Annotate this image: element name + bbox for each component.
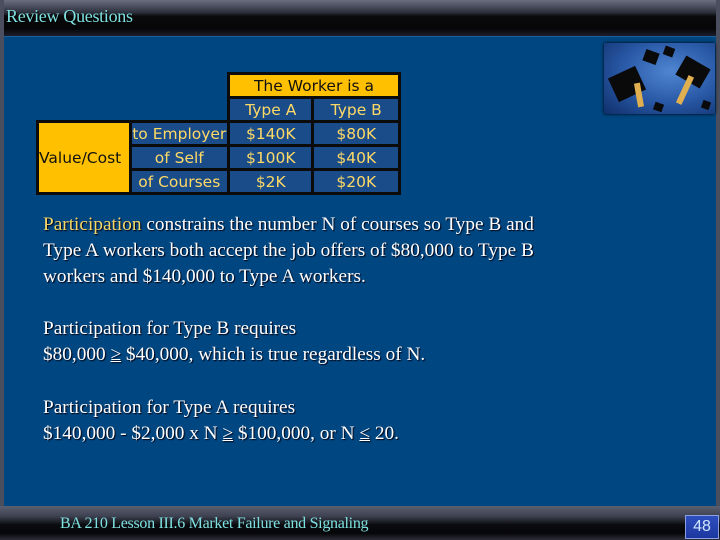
slide-title: Review Questions <box>6 6 133 26</box>
cell: $20K <box>311 168 401 195</box>
row-label: to Employer <box>128 120 231 147</box>
value-cost-table: The Worker is a Type A Type B Value/Cost… <box>36 72 401 195</box>
cell: $40K <box>311 144 401 171</box>
cap-icon <box>700 99 712 111</box>
table-column-header-row: Type A Type B <box>38 96 401 123</box>
leq-symbol: ≤ <box>359 423 371 444</box>
geq-symbol: ≥ <box>222 423 234 444</box>
type-a-paragraph: Participation for Type A requires $140,0… <box>43 397 399 444</box>
cap-icon <box>652 101 665 113</box>
column-header-type-a: Type A <box>227 96 315 123</box>
cap-icon <box>675 55 711 89</box>
row-label: of Self <box>128 144 231 171</box>
geq-symbol: ≥ <box>110 344 122 365</box>
frame-right <box>716 0 720 540</box>
table-row: Value/Cost to Employer $140K $80K <box>36 120 401 195</box>
column-header-type-b: Type B <box>311 96 401 123</box>
graduation-caps-image <box>604 43 715 114</box>
table-group-header-row: The Worker is a <box>38 72 401 99</box>
cell: $2K <box>227 168 315 195</box>
cell: $80K <box>311 120 401 147</box>
row-label: of Courses <box>128 168 231 195</box>
cell: $100K <box>227 144 315 171</box>
page-number: 48 <box>685 515 719 539</box>
group-header: The Worker is a <box>227 72 401 99</box>
row-group-label: Value/Cost <box>36 120 132 195</box>
cap-icon <box>642 48 660 66</box>
highlight-term: Participation <box>43 214 142 235</box>
footer-text: BA 210 Lesson III.6 Market Failure and S… <box>60 515 369 532</box>
cell: $140K <box>227 120 315 147</box>
type-b-paragraph: Participation for Type B requires $80,00… <box>43 318 426 365</box>
participation-paragraph: Participation constrains the number N of… <box>43 214 534 287</box>
cap-icon <box>662 45 676 58</box>
